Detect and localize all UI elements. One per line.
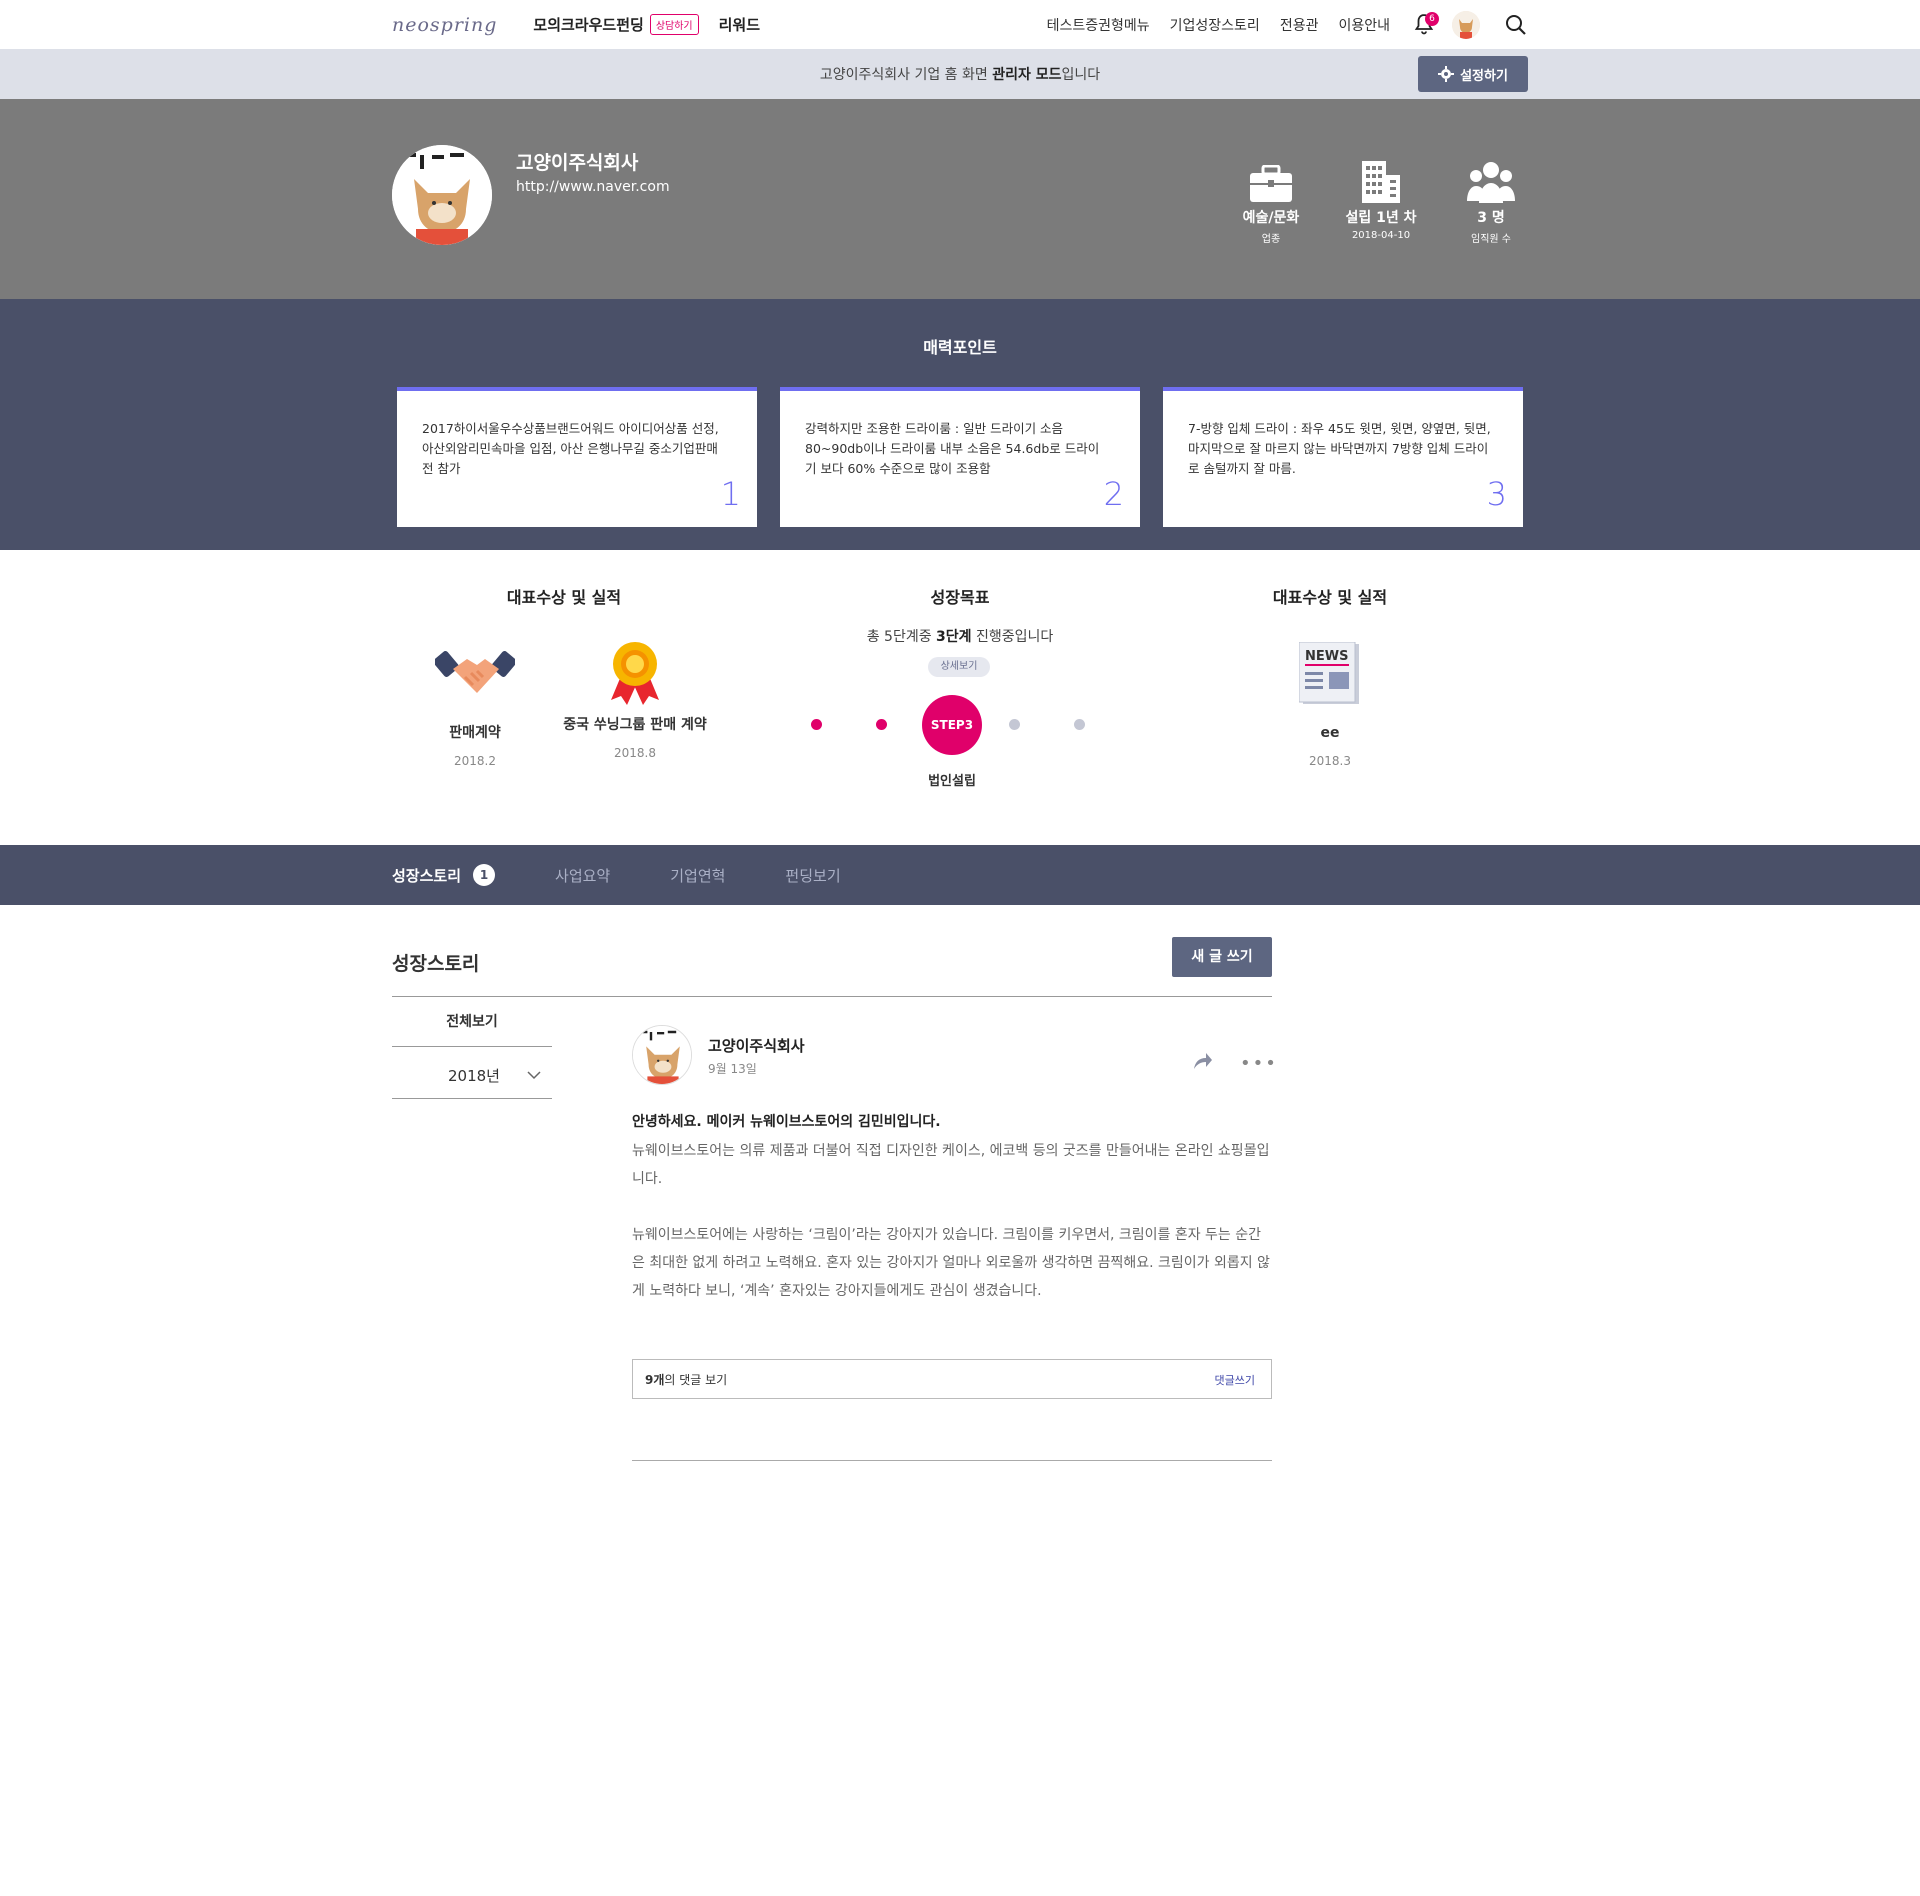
tab-company-history[interactable]: 기업연혁 <box>670 865 725 886</box>
award-date: 2018.2 <box>454 754 496 768</box>
attraction-card-text: 7-방향 입체 드라이 : 좌우 45도 윗면, 윗면, 양옆면, 뒷면, 마지… <box>1188 421 1491 476</box>
stat-label: 임직원 수 <box>1471 234 1511 245</box>
attraction-card-text: 강력하지만 조용한 드라이룸 : 일반 드라이기 소음 80~90db이나 드라… <box>805 421 1100 476</box>
story-title: 성장스토리 <box>392 953 480 975</box>
growth-title: 성장목표 <box>930 588 990 607</box>
nav-crowdfunding[interactable]: 모의크라우드펀딩 <box>533 14 643 35</box>
stat-value: 설립 1년 차 <box>1345 210 1417 226</box>
briefcase-icon <box>1234 157 1308 203</box>
tab-business-summary[interactable]: 사업요약 <box>555 865 610 886</box>
year-select[interactable]: 2018년 <box>392 1051 552 1099</box>
admin-mode-text: 고양이주식회사 기업 홈 화면 관리자 모드입니다 <box>819 67 1101 83</box>
post-author: 고양이주식회사 <box>708 1037 805 1055</box>
nav-link-growth-story[interactable]: 기업성장스토리 <box>1170 15 1260 35</box>
filter-all[interactable]: 전체보기 <box>392 1007 552 1047</box>
award-item: 중국 쑤닝그룹 판매 계약 2018.8 <box>560 638 710 760</box>
company-tabs: 성장스토리 1 사업요약 기업연혁 펀딩보기 <box>0 845 1920 905</box>
nav-link-test-securities[interactable]: 테스트증권형메뉴 <box>1047 15 1150 35</box>
handshake-icon <box>400 638 550 708</box>
nav-right: 테스트증권형메뉴 기업성장스토리 전용관 이용안내 6 <box>1027 10 1528 39</box>
divider <box>392 996 1272 997</box>
more-options-icon[interactable]: ••• <box>1240 1055 1278 1073</box>
attraction-card: 7-방향 입체 드라이 : 좌우 45도 윗면, 윗면, 양옆면, 뒷면, 마지… <box>1163 387 1523 527</box>
settings-button[interactable]: 설정하기 <box>1418 56 1528 92</box>
achievements-title-left: 대표수상 및 실적 <box>506 588 622 607</box>
top-navigation: neospring 모의크라우드펀딩 상담하기 리워드 테스트증권형메뉴 기업성… <box>0 0 1920 49</box>
growth-step-dot <box>1009 719 1020 730</box>
company-header: 고양이주식회사 http://www.naver.com 예술/문화 업종 설립… <box>0 99 1920 299</box>
award-name: 판매계약 <box>449 725 501 741</box>
comments-bar[interactable]: 9개의 댓글 보기 댓글쓰기 <box>632 1359 1272 1399</box>
company-name: 고양이주식회사 <box>516 152 639 174</box>
nav-reward[interactable]: 리워드 <box>719 14 760 35</box>
year-select-value: 2018년 <box>448 1067 500 1085</box>
company-url[interactable]: http://www.naver.com <box>516 179 670 195</box>
stat-value: 3 명 <box>1477 210 1505 226</box>
growth-step-dot <box>1074 719 1085 730</box>
growth-detail-button[interactable]: 상세보기 <box>928 657 990 677</box>
svg-text:NEWS: NEWS <box>1305 649 1348 664</box>
growth-step-label: 법인설립 <box>928 774 976 789</box>
consult-badge[interactable]: 상담하기 <box>649 14 699 35</box>
achievements-title-right: 대표수상 및 실적 <box>1272 588 1388 607</box>
share-icon[interactable] <box>1190 1049 1214 1073</box>
post-author-avatar <box>632 1025 692 1085</box>
divider <box>632 1460 1272 1461</box>
post-paragraph: 뉴웨이브스토어에는 사랑하는 ‘크림이’라는 강아지가 있습니다. 크림이를 키… <box>632 1227 1270 1299</box>
award-date: 2018.3 <box>1309 754 1351 768</box>
award-name: 중국 쑤닝그룹 판매 계약 <box>563 717 707 733</box>
attraction-card-number: 3 <box>1486 475 1507 513</box>
attraction-card: 강력하지만 조용한 드라이룸 : 일반 드라이기 소음 80~90db이나 드라… <box>780 387 1140 527</box>
attraction-title: 매력포인트 <box>923 338 997 357</box>
tab-growth-story[interactable]: 성장스토리 1 <box>392 864 496 886</box>
attraction-card-number: 1 <box>720 475 741 513</box>
gear-icon <box>1438 66 1455 82</box>
bell-icon[interactable]: 6 <box>1412 11 1439 38</box>
medal-icon <box>560 638 710 708</box>
stat-label: 2018-04-10 <box>1351 230 1411 241</box>
stat-industry: 예술/문화 업종 <box>1234 157 1308 245</box>
site-logo[interactable]: neospring <box>392 14 497 36</box>
news-icon: NEWS <box>1255 638 1405 708</box>
company-logo <box>392 145 492 245</box>
avatar[interactable] <box>1452 10 1480 39</box>
growth-step-dot <box>876 719 887 730</box>
stat-employees: 3 명 임직원 수 <box>1454 157 1528 245</box>
search-icon[interactable] <box>1504 13 1528 37</box>
people-icon <box>1454 157 1528 203</box>
attraction-card: 2017하이서울우수상품브랜드어워드 아이디어상품 선정, 아산외암리민속마을 … <box>397 387 757 527</box>
post-body: 뉴웨이브스토어는 의류 제품과 더불어 직접 디자인한 케이스, 에코백 등의 … <box>632 1137 1272 1305</box>
growth-step-current: STEP3 <box>922 695 982 755</box>
story-section: 성장스토리 새 글 쓰기 전체보기 2018년 고양이주식회사 9월 13일 •… <box>0 905 1920 1896</box>
stat-founded: 설립 1년 차 2018-04-10 <box>1344 157 1418 245</box>
stat-value: 예술/문화 <box>1242 210 1300 226</box>
write-comment-link[interactable]: 댓글쓰기 <box>1215 1372 1255 1388</box>
post-headline: 안녕하세요. 메이커 뉴웨이브스토어의 김민비입니다. <box>632 1114 941 1130</box>
attraction-section: 매력포인트 2017하이서울우수상품브랜드어워드 아이디어상품 선정, 아산외암… <box>0 299 1920 550</box>
company-stats: 예술/문화 업종 설립 1년 차 2018-04-10 3 명 임직원 수 <box>1198 157 1528 245</box>
comments-count[interactable]: 9개의 댓글 보기 <box>645 1371 727 1388</box>
post-paragraph: 뉴웨이브스토어는 의류 제품과 더불어 직접 디자인한 케이스, 에코백 등의 … <box>632 1143 1270 1187</box>
growth-step-dot <box>811 719 822 730</box>
attraction-cards: 2017하이서울우수상품브랜드어워드 아이디어상품 선정, 아산외암리민속마을 … <box>392 387 1528 527</box>
attraction-card-number: 2 <box>1103 475 1124 513</box>
building-icon <box>1344 157 1418 203</box>
new-post-button[interactable]: 새 글 쓰기 <box>1172 937 1272 977</box>
award-item: NEWS ee 2018.3 <box>1255 638 1405 768</box>
award-name: ee <box>1320 725 1340 741</box>
admin-mode-bar: 고양이주식회사 기업 홈 화면 관리자 모드입니다 설정하기 <box>0 49 1920 99</box>
post-date: 9월 13일 <box>708 1062 757 1076</box>
tab-funding[interactable]: 펀딩보기 <box>785 865 840 886</box>
attraction-card-text: 2017하이서울우수상품브랜드어워드 아이디어상품 선정, 아산외암리민속마을 … <box>422 421 719 476</box>
notification-count: 6 <box>1425 11 1439 26</box>
stat-label: 업종 <box>1261 234 1281 245</box>
chevron-down-icon <box>527 1071 541 1080</box>
nav-link-exclusive[interactable]: 전용관 <box>1280 15 1319 35</box>
tab-count-badge: 1 <box>473 864 496 886</box>
achievements-section: 대표수상 및 실적 판매계약 2018.2 중국 쑤닝그룹 판매 계약 2018… <box>0 550 1920 845</box>
growth-description: 총 5단계중 3단계 진행중입니다 <box>866 629 1054 645</box>
nav-link-guide[interactable]: 이용안내 <box>1338 15 1390 35</box>
award-item: 판매계약 2018.2 <box>400 638 550 768</box>
award-date: 2018.8 <box>614 746 656 760</box>
